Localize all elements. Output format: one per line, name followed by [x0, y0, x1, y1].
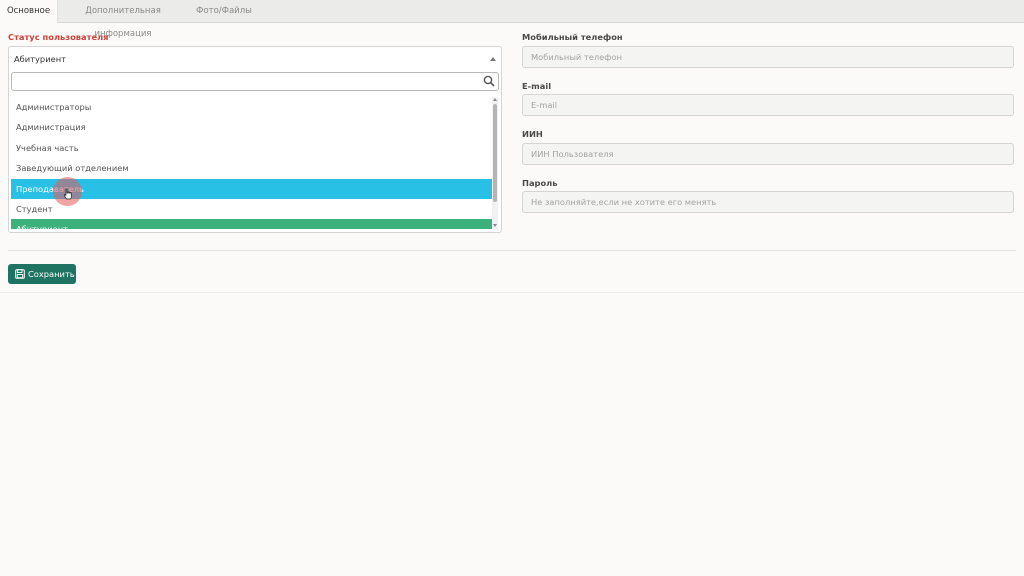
footer-divider [0, 292, 1024, 293]
option-department-head[interactable]: Заведующий отделением [11, 158, 492, 178]
tab-main[interactable]: Основное [0, 0, 58, 23]
password-label: Пароль [522, 178, 558, 188]
option-administration[interactable]: Администрация [11, 117, 492, 137]
save-button-label: Сохранить [28, 269, 75, 279]
phone-label: Мобильный телефон [522, 32, 623, 42]
email-label: E-mail [522, 81, 552, 91]
floppy-disk-icon [15, 269, 25, 279]
password-input[interactable]: Не заполняйте,если не хотите его менять [522, 191, 1014, 213]
status-options-list: Администраторы Администрация Учебная час… [11, 97, 492, 229]
iin-label: ИИН [522, 129, 543, 139]
option-teacher[interactable]: Преподаватель [11, 179, 492, 199]
status-select[interactable]: Абитуриент Администраторы Администрация … [8, 46, 502, 233]
scroll-down-icon[interactable] [493, 224, 497, 227]
status-search-input[interactable] [11, 72, 499, 91]
save-button[interactable]: Сохранить [8, 264, 76, 284]
iin-input[interactable]: ИИН Пользователя [522, 143, 1014, 165]
phone-input[interactable]: Мобильный телефон [522, 46, 1014, 68]
scroll-up-icon[interactable] [493, 98, 497, 101]
form-divider [8, 250, 1016, 251]
option-student[interactable]: Студент [11, 199, 492, 219]
caret-up-icon[interactable] [490, 57, 496, 61]
option-applicant[interactable]: Абитуриент [11, 219, 492, 229]
tab-additional-info[interactable]: Дополнительная информация [60, 0, 186, 39]
search-icon [483, 75, 495, 87]
email-input[interactable]: E-mail [522, 94, 1014, 116]
scrollbar-thumb[interactable] [493, 104, 497, 202]
tab-bar: Основное Дополнительная информация Фото/… [0, 0, 1024, 39]
option-administrators[interactable]: Администраторы [11, 97, 492, 117]
tab-photo-files[interactable]: Фото/Файлы [192, 0, 256, 22]
status-current-value[interactable]: Абитуриент [14, 54, 66, 64]
hand-cursor-icon [64, 188, 72, 200]
status-label: Статус пользователя [8, 32, 109, 42]
option-academic-office[interactable]: Учебная часть [11, 138, 492, 158]
